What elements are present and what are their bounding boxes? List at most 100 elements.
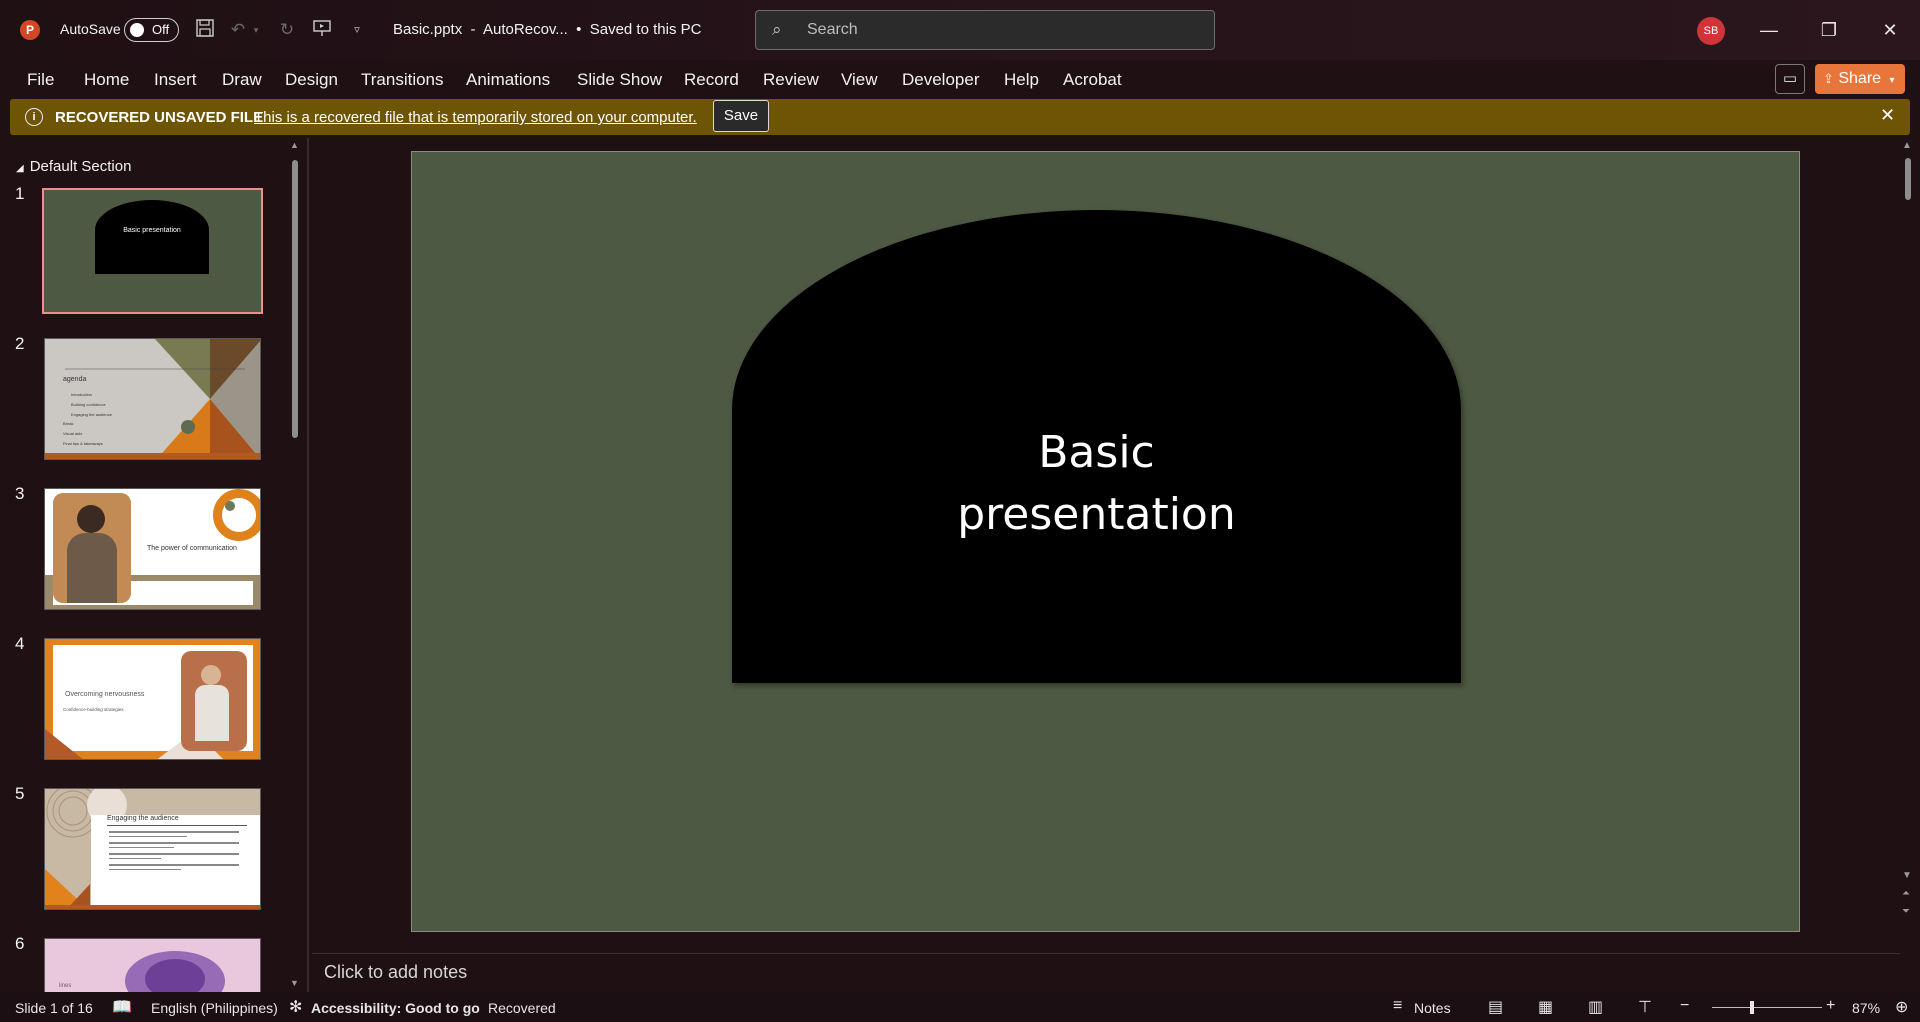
tab-acrobat[interactable]: Acrobat	[1063, 70, 1122, 90]
slide-title[interactable]: Basic presentation	[732, 422, 1461, 546]
previous-slide-icon[interactable]: ⏶	[1902, 888, 1910, 899]
slide-thumbnails-pane: ◢ Default Section 1 Basic presentation 2 …	[0, 138, 307, 992]
tab-review[interactable]: Review	[763, 70, 819, 90]
powerpoint-logo-icon: P	[20, 20, 40, 40]
main-scroll-up-icon[interactable]: ▲	[1902, 140, 1912, 151]
thumb-rule	[107, 825, 247, 826]
tab-view[interactable]: View	[841, 70, 878, 90]
thumb-bullet: Final tips & takeaways	[63, 441, 103, 446]
slide-sorter-icon[interactable]: ▦	[1538, 997, 1553, 1017]
close-window-icon[interactable]: ✕	[1870, 14, 1910, 46]
search-input[interactable]: ⌕ Search	[755, 10, 1215, 50]
thumb-bullet: Engaging the audience	[71, 412, 112, 417]
undo-dropdown-icon[interactable]: ▾	[250, 18, 262, 42]
message-link[interactable]: This is a recovered file that is tempora…	[254, 109, 697, 126]
notes-placeholder[interactable]: Click to add notes	[324, 962, 467, 983]
scroll-down-icon[interactable]: ▼	[290, 978, 299, 988]
status-bar: Slide 1 of 16 📖 English (Philippines) ✻ …	[0, 992, 1920, 1022]
thumb-title: Engaging the audience	[107, 815, 179, 822]
restore-icon[interactable]: ❐	[1809, 14, 1849, 46]
thumb-body-lines	[109, 831, 239, 870]
title-bar: P AutoSave Off ↶ ▾ ↻ ▿ Basic.pptx - Auto…	[0, 0, 1920, 60]
zoom-slider[interactable]	[1712, 1007, 1822, 1008]
zoom-out-icon[interactable]: −	[1680, 997, 1689, 1015]
scroll-up-icon[interactable]: ▲	[290, 140, 299, 150]
tab-file[interactable]: File	[27, 70, 54, 90]
pane-divider[interactable]	[307, 138, 309, 992]
thumbnails-scrollbar[interactable]	[292, 160, 298, 438]
collapse-triangle-icon: ◢	[16, 163, 24, 174]
tab-draw[interactable]: Draw	[222, 70, 262, 90]
main-scroll-down-icon[interactable]: ▼	[1902, 870, 1912, 881]
normal-view-icon[interactable]: ▤	[1488, 997, 1503, 1017]
tab-transitions[interactable]: Transitions	[361, 70, 444, 90]
message-close-icon[interactable]: ✕	[1880, 105, 1895, 126]
tab-slide-show[interactable]: Slide Show	[577, 70, 662, 90]
section-name: Default Section	[29, 158, 132, 175]
section-header[interactable]: ◢ Default Section	[16, 158, 131, 175]
notes-divider[interactable]	[312, 953, 1900, 954]
zoom-slider-handle[interactable]	[1750, 1001, 1754, 1014]
spelling-check-icon[interactable]: 📖	[112, 997, 132, 1017]
slide-number: 2	[15, 334, 25, 353]
zoom-level[interactable]: 87%	[1852, 1000, 1880, 1016]
tab-animations[interactable]: Animations	[466, 70, 550, 90]
title-arch-shape[interactable]: Basic presentation	[732, 210, 1461, 683]
share-dropdown-icon: ▾	[1889, 75, 1895, 86]
fit-to-window-icon[interactable]: ⊕	[1895, 997, 1908, 1017]
slide-title-line-1: Basic	[1038, 427, 1155, 478]
slide-thumbnail-5[interactable]: Engaging the audience	[44, 788, 261, 910]
accessibility-status[interactable]: Accessibility: Good to go	[311, 1000, 480, 1016]
thumb-bullet: Visual aids	[63, 431, 83, 436]
zoom-in-icon[interactable]: +	[1826, 997, 1835, 1015]
slide-canvas[interactable]: Basic presentation	[411, 151, 1800, 932]
thumb-title: agenda	[63, 376, 87, 383]
user-avatar[interactable]: SB	[1697, 17, 1725, 45]
slide-thumbnail-2[interactable]: agenda Introduction Building confidence …	[44, 338, 261, 460]
tab-record[interactable]: Record	[684, 70, 739, 90]
language-indicator[interactable]: English (Philippines)	[151, 1000, 278, 1016]
tab-design[interactable]: Design	[285, 70, 338, 90]
undo-icon[interactable]: ↶	[226, 18, 250, 42]
notes-toggle[interactable]: Notes	[1414, 1000, 1451, 1016]
thumb-title: Overcoming nervousness	[65, 691, 145, 698]
customize-qat-icon[interactable]: ▿	[345, 18, 369, 42]
thumb-bullet: Building confidence	[71, 402, 106, 407]
slide-scrollbar[interactable]	[1905, 158, 1911, 200]
redo-icon[interactable]: ↻	[275, 18, 299, 42]
search-icon: ⌕	[772, 20, 782, 39]
accessibility-icon[interactable]: ✻	[289, 997, 302, 1017]
present-from-beginning-icon[interactable]	[310, 18, 334, 42]
slide-thumbnail-1[interactable]: Basic presentation	[42, 188, 263, 314]
share-button[interactable]: ⇪ Share ▾	[1815, 64, 1905, 94]
tab-home[interactable]: Home	[84, 70, 129, 90]
thumb-photo-woman	[181, 651, 247, 751]
tab-help[interactable]: Help	[1004, 70, 1039, 90]
info-icon: i	[25, 108, 43, 126]
message-save-button[interactable]: Save	[713, 100, 769, 132]
slide-thumbnail-3[interactable]: The power of communication	[44, 488, 261, 610]
slide-thumbnail-6[interactable]: lines	[44, 938, 261, 992]
slide-number: 3	[15, 484, 25, 503]
next-slide-icon[interactable]: ⏷	[1902, 906, 1910, 917]
slide-show-icon[interactable]: ⊤	[1638, 997, 1652, 1017]
thumb-title: The power of communication	[147, 545, 237, 552]
thumb-bullet: Introduction	[71, 392, 92, 397]
share-icon: ⇪	[1823, 71, 1834, 86]
autosave-state: Off	[152, 22, 170, 37]
slide-thumbnail-4[interactable]: Overcoming nervousness Confidence-buildi…	[44, 638, 261, 760]
reading-view-icon[interactable]: ▥	[1588, 997, 1603, 1017]
minimize-icon[interactable]: —	[1749, 14, 1789, 46]
thumb-photo-person	[53, 493, 131, 603]
slide-indicator[interactable]: Slide 1 of 16	[15, 1000, 93, 1016]
comment-icon: ▭	[1782, 70, 1798, 87]
slide-number: 6	[15, 934, 25, 953]
autosave-toggle[interactable]: Off	[124, 18, 179, 42]
comments-button[interactable]: ▭	[1775, 64, 1805, 94]
thumb-title: Basic presentation	[123, 227, 181, 234]
tab-developer[interactable]: Developer	[902, 70, 980, 90]
save-icon[interactable]	[193, 18, 217, 42]
notes-icon[interactable]: ≡	[1393, 997, 1402, 1015]
tab-insert[interactable]: Insert	[154, 70, 197, 90]
slide-number: 4	[15, 634, 25, 653]
